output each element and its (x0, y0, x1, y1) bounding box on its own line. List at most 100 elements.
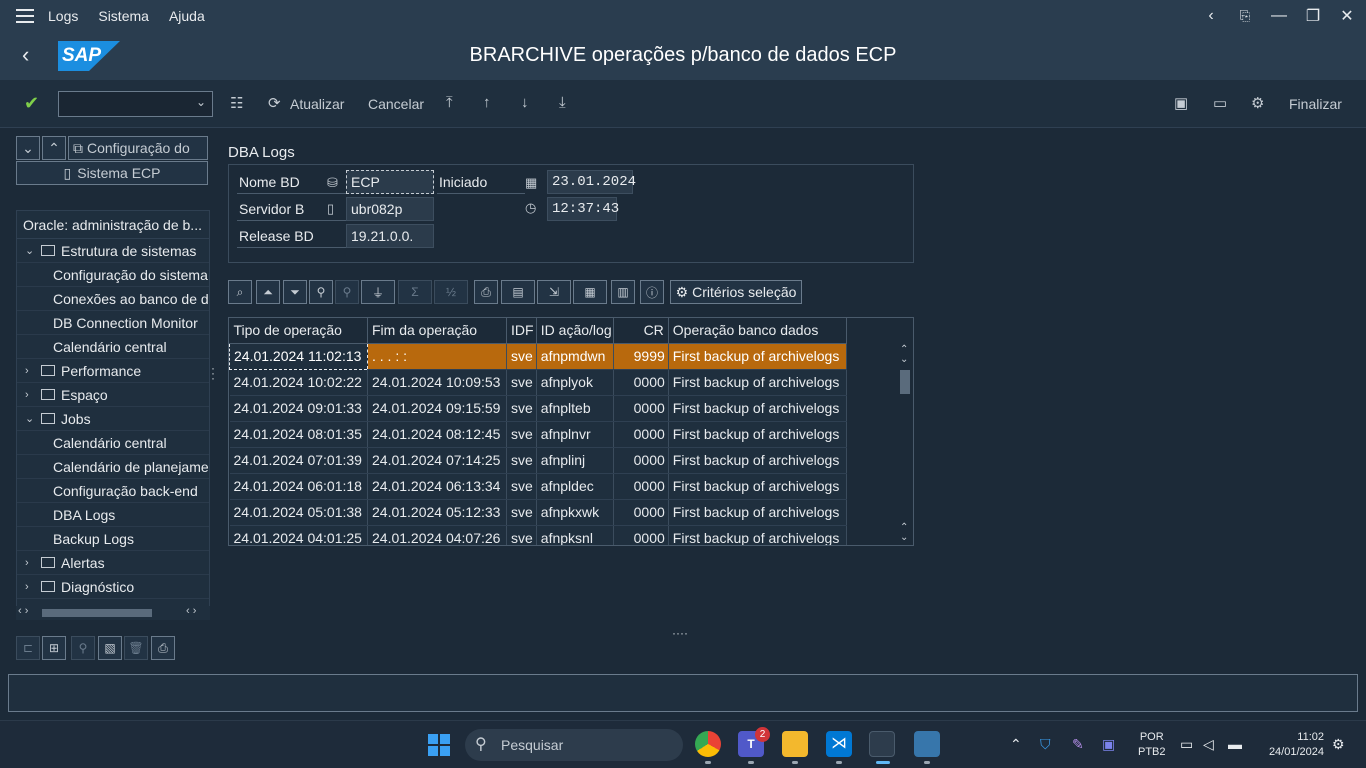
vertical-splitter[interactable]: · · · (211, 362, 215, 384)
refresh-icon[interactable]: ⟳ (268, 94, 281, 112)
chevron-right-icon[interactable]: › (25, 359, 29, 382)
chevron-down-icon[interactable]: ⌄ (25, 407, 34, 430)
table-cell[interactable]: sve (506, 447, 537, 474)
network-icon[interactable]: ▭ (1180, 736, 1193, 753)
table-cell[interactable]: 0000 (613, 447, 669, 474)
table-cell[interactable]: afnpmdwn (536, 343, 614, 370)
chevron-down-icon[interactable]: ⌄ (25, 239, 34, 262)
table-cell[interactable]: afnpksnl (536, 525, 614, 545)
table-cell[interactable]: afnpldec (536, 473, 614, 500)
release-field[interactable]: 19.21.0.0. (346, 224, 434, 248)
table-cell[interactable]: sve (506, 369, 537, 396)
last-page-icon[interactable]: ⤓ (559, 94, 566, 111)
table-cell[interactable]: 24.01.2024 04:01:25 (229, 525, 368, 545)
configuration-button[interactable]: ⧉ Configuração do (68, 136, 208, 160)
table-cell[interactable]: 24.01.2024 08:12:45 (367, 421, 507, 448)
table-cell[interactable]: 0000 (613, 499, 669, 526)
chevron-up-icon[interactable]: ⌃ (1010, 736, 1022, 753)
table-cell[interactable]: 24.01.2024 05:01:38 (229, 499, 368, 526)
table-cell[interactable]: First backup of archivelogs (668, 343, 847, 370)
table-cell[interactable]: 24.01.2024 10:09:53 (367, 369, 507, 396)
column-header[interactable]: CR (613, 318, 669, 344)
column-header[interactable]: ID ação/log (536, 318, 614, 344)
restore-button[interactable]: ❐ (1304, 6, 1322, 26)
table-cell[interactable]: 24.01.2024 08:01:35 (229, 421, 368, 448)
table-cell[interactable]: 24.01.2024 05:12:33 (367, 499, 507, 526)
cancel-button[interactable]: Cancelar (368, 96, 424, 112)
exit-button[interactable]: Finalizar (1289, 96, 1342, 112)
table-cell[interactable]: afnplteb (536, 395, 614, 422)
chevron-right-icon[interactable]: › (25, 383, 29, 406)
table-cell[interactable]: sve (506, 343, 537, 370)
table-cell[interactable]: First backup of archivelogs (668, 447, 847, 474)
table-cell[interactable]: 24.01.2024 11:02:13 (229, 342, 368, 370)
tree-item[interactable]: › Alertas (17, 551, 209, 575)
print-icon[interactable]: ⎙ (151, 636, 175, 660)
volume-muted-icon[interactable]: ◁ (1203, 736, 1214, 753)
hamburger-menu-icon[interactable] (16, 9, 34, 23)
confirm-check-icon[interactable]: ✔ (24, 93, 39, 114)
next-page-icon[interactable]: ↓ (521, 94, 529, 111)
table-row[interactable]: 24.01.2024 10:02:22 24.01.2024 10:09:53 sv… (229, 369, 847, 396)
details-icon[interactable]: ⌕ (228, 280, 252, 304)
print-icon[interactable]: ⎙ (474, 280, 498, 304)
table-cell[interactable]: . . . : : (367, 343, 507, 370)
tree-item[interactable]: Calendário central (17, 431, 209, 455)
scroll-down-icon[interactable]: ⌄ (900, 532, 908, 543)
scroll-down-icon[interactable]: ⌄ (900, 354, 908, 365)
security-shield-icon[interactable]: ⛉ (1040, 736, 1051, 753)
tree-item[interactable]: › Diagnóstico (17, 575, 209, 599)
print-preview-icon[interactable]: ▤ (501, 280, 535, 304)
system-clock[interactable]: 11:02 24/01/2024 (1258, 730, 1324, 760)
selection-criteria-button[interactable]: ⚙ Critérios seleção (670, 280, 802, 304)
file-explorer-icon[interactable] (782, 731, 808, 757)
notification-bell-icon[interactable]: ⚙ (1332, 736, 1345, 753)
table-cell[interactable]: afnplinj (536, 447, 614, 474)
find-icon[interactable]: ⚲ (309, 280, 333, 304)
taskbar-search[interactable]: ⚲ Pesquisar (465, 729, 683, 761)
previous-page-icon[interactable]: ↑ (483, 94, 491, 111)
export-icon[interactable]: ⇲ (537, 280, 571, 304)
system-button[interactable]: ▯ Sistema ECP (16, 161, 208, 185)
tree-item[interactable]: Configuração back-end (17, 479, 209, 503)
table-cell[interactable]: 24.01.2024 07:01:39 (229, 447, 368, 474)
menu-sistema[interactable]: Sistema (98, 8, 149, 24)
tree-item[interactable]: › Performance (17, 359, 209, 383)
column-header[interactable]: Tipo de operação (229, 318, 368, 344)
table-cell[interactable]: afnplnvr (536, 421, 614, 448)
table-cell[interactable]: 24.01.2024 09:01:33 (229, 395, 368, 422)
tree-item[interactable]: Calendário de planejame (17, 455, 209, 479)
tree-item[interactable]: DB Connection Monitor (17, 311, 209, 335)
table-cell[interactable]: 24.01.2024 04:07:26 (367, 525, 507, 545)
horizontal-splitter[interactable]: ···· (672, 626, 688, 640)
tree-item[interactable]: › Espaço (17, 383, 209, 407)
chrome-icon[interactable] (695, 731, 721, 757)
tree-item[interactable]: Calendário central (17, 335, 209, 359)
menu-ajuda[interactable]: Ajuda (169, 8, 205, 24)
gear-icon[interactable]: ⚙ (1251, 94, 1264, 112)
table-vertical-scrollbar[interactable]: ⌃ ⌄ ⌃ ⌄ (897, 344, 913, 545)
image-icon[interactable]: ▧ (98, 636, 122, 660)
chevron-left-icon[interactable]: ‹ (1202, 7, 1220, 25)
column-header[interactable]: Operação banco dados (668, 318, 847, 344)
table-cell[interactable]: 9999 (613, 343, 669, 370)
table-cell[interactable]: sve (506, 395, 537, 422)
collapse-all-button[interactable]: ⌃ (42, 136, 66, 160)
table-cell[interactable]: 0000 (613, 525, 669, 545)
close-button[interactable]: ✕ (1338, 6, 1356, 26)
add-icon[interactable]: ⊞ (42, 636, 66, 660)
table-cell[interactable]: First backup of archivelogs (668, 525, 847, 545)
scroll-thumb[interactable] (900, 370, 910, 394)
pen-icon[interactable]: ✎ (1072, 736, 1084, 753)
table-cell[interactable]: 24.01.2024 07:14:25 (367, 447, 507, 474)
filter-icon[interactable]: ⏚ (361, 280, 395, 304)
vscode-icon[interactable]: ⋊ (826, 731, 852, 757)
sap-logon-icon[interactable] (869, 731, 895, 757)
battery-icon[interactable]: ▬ (1228, 736, 1242, 752)
tree-horizontal-scrollbar[interactable]: ‹ › ‹ › (16, 605, 210, 620)
table-row[interactable]: 24.01.2024 08:01:35 24.01.2024 08:12:45 sv… (229, 421, 847, 448)
menu-logs[interactable]: Logs (48, 8, 78, 24)
table-cell[interactable]: 0000 (613, 473, 669, 500)
chevron-right-icon[interactable]: › (25, 575, 29, 598)
sort-ascending-icon[interactable]: ⏶ (256, 280, 280, 304)
